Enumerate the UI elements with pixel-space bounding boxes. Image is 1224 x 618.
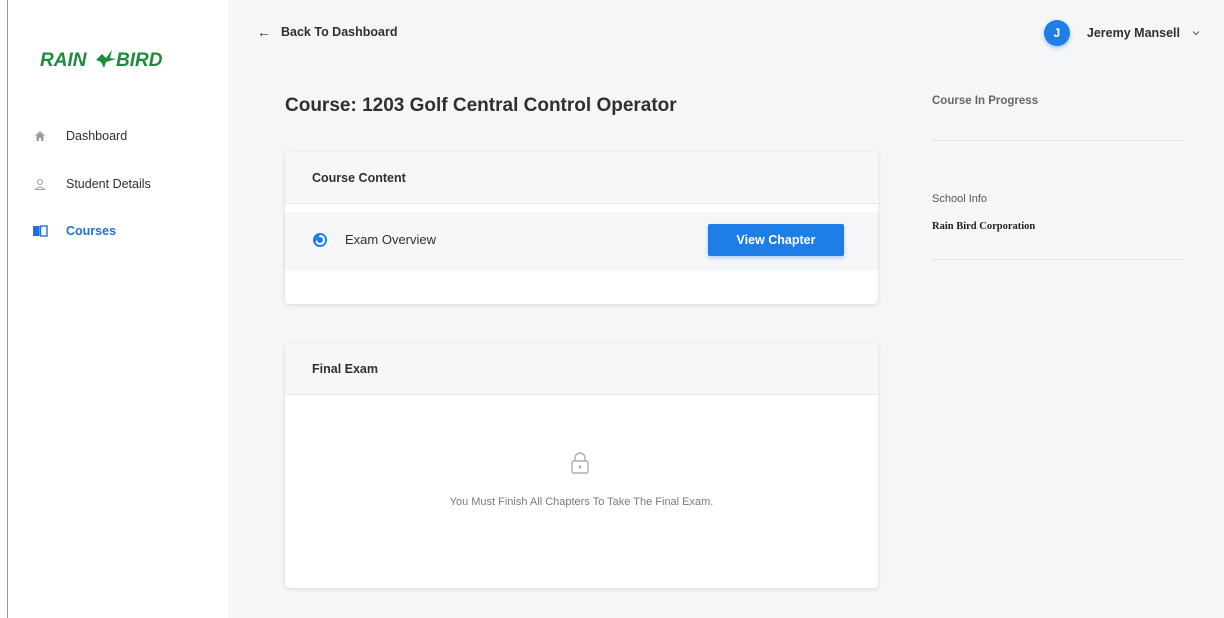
sidebar-item-student-details[interactable]: Student Details xyxy=(32,174,151,194)
sidebar-item-label: Student Details xyxy=(66,177,151,191)
user-icon xyxy=(32,176,48,192)
chapter-title: Exam Overview xyxy=(345,232,437,247)
avatar: J xyxy=(1043,20,1070,46)
final-exam-header: Final Exam xyxy=(285,343,878,395)
divider xyxy=(932,140,1184,141)
course-status: Course In Progress xyxy=(932,95,1039,107)
progress-circle-icon xyxy=(313,233,327,247)
sidebar: RAIN BIRD Dashboard Student Details Cour… xyxy=(8,0,230,618)
sidebar-item-label: Courses xyxy=(66,224,117,238)
sidebar-item-courses[interactable]: Courses xyxy=(32,221,116,241)
course-content-header: Course Content xyxy=(285,152,878,204)
svg-text:BIRD: BIRD xyxy=(116,50,163,71)
page-title: Course: 1203 Golf Central Control Operat… xyxy=(285,95,677,116)
user-menu[interactable]: J Jeremy Mansell xyxy=(1043,20,1200,46)
final-exam-card: Final Exam You Must Finish All Chapters … xyxy=(285,343,878,588)
back-link-label: Back To Dashboard xyxy=(281,25,398,39)
final-exam-locked-message: You Must Finish All Chapters To Take The… xyxy=(449,496,714,508)
svg-text:RAIN: RAIN xyxy=(40,50,88,71)
rain-bird-logo[interactable]: RAIN BIRD xyxy=(40,46,170,72)
home-icon xyxy=(32,128,48,144)
sidebar-item-label: Dashboard xyxy=(66,129,128,143)
chevron-down-icon xyxy=(1192,31,1200,36)
arrow-left-icon: ← xyxy=(257,24,271,40)
course-content-card: Course Content Exam Overview View Chapte… xyxy=(285,152,878,304)
main-content: ← Back To Dashboard J Jeremy Mansell Cou… xyxy=(231,0,1224,618)
back-to-dashboard-link[interactable]: ← Back To Dashboard xyxy=(257,24,397,40)
sidebar-item-dashboard[interactable]: Dashboard xyxy=(32,126,127,146)
user-name: Jeremy Mansell xyxy=(1086,26,1180,40)
divider xyxy=(932,259,1184,260)
school-name: Rain Bird Corporation xyxy=(932,221,1036,232)
book-icon xyxy=(32,223,48,239)
school-info-label: School Info xyxy=(932,193,988,205)
view-chapter-button[interactable]: View Chapter xyxy=(708,224,844,256)
chapter-row: Exam Overview View Chapter xyxy=(285,212,878,268)
lock-icon xyxy=(571,452,589,474)
rain-bird-logo-mark: RAIN BIRD xyxy=(40,50,163,71)
